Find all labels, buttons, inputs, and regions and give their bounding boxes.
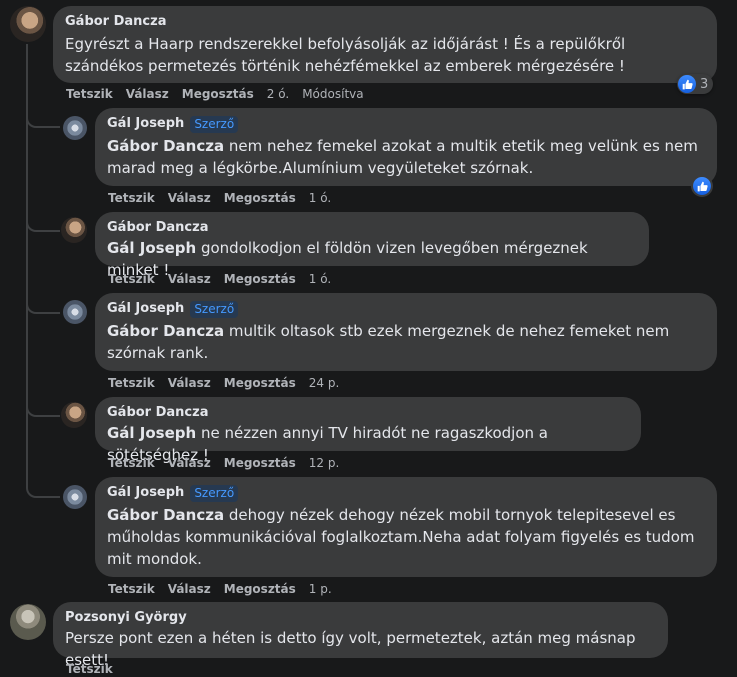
like-link[interactable]: Tetszik (108, 272, 155, 286)
timestamp[interactable]: 24 p. (309, 376, 340, 390)
avatar[interactable] (10, 6, 46, 42)
timestamp[interactable]: 2 ó. (267, 87, 289, 101)
reply-link[interactable]: Válasz (168, 191, 211, 205)
avatar[interactable] (63, 300, 87, 324)
avatar[interactable] (63, 485, 87, 509)
like-icon (678, 75, 696, 93)
comment-text: Egyrészt a Haarp rendszerekkel befolyáso… (65, 35, 626, 75)
comment-actions: Tetszik Válasz Megosztás 1 ó. (108, 190, 331, 206)
timestamp[interactable]: 1 ó. (309, 272, 331, 286)
thread-branch (26, 474, 60, 498)
comment-actions: Tetszik Válasz Megosztás 1 ó. (108, 271, 331, 287)
comment-author[interactable]: Gál Joseph (107, 484, 184, 502)
like-link[interactable]: Tetszik (108, 582, 155, 596)
comment-author-row: Gál Joseph Szerző (107, 115, 705, 133)
comment-text: Gábor Dancza dehogy nézek dehogy nézek m… (107, 506, 695, 568)
share-link[interactable]: Megosztás (224, 582, 296, 596)
share-link[interactable]: Megosztás (224, 272, 296, 286)
avatar[interactable] (10, 604, 46, 640)
like-link[interactable]: Tetszik (66, 662, 113, 676)
author-badge: Szerző (190, 484, 239, 502)
comment-text: Gábor Dancza nem nehez femekel azokat a … (107, 137, 698, 177)
thread-branch (26, 290, 60, 314)
like-link[interactable]: Tetszik (66, 87, 113, 101)
comment-actions: Tetszik (66, 661, 113, 677)
thread-branch (26, 393, 60, 417)
thread-branch (26, 208, 60, 232)
comment-bubble: Gál Joseph Szerző Gábor Dancza dehogy né… (95, 477, 717, 577)
thread-branch (26, 104, 60, 128)
comment-author[interactable]: Gál Joseph (107, 115, 184, 133)
comment-bubble: Gál Joseph Szerző Gábor Dancza multik ol… (95, 293, 717, 371)
like-link[interactable]: Tetszik (108, 456, 155, 470)
reply-link[interactable]: Válasz (168, 272, 211, 286)
avatar[interactable] (61, 217, 87, 243)
comment-text: Persze pont ezen a héten is detto így vo… (65, 629, 636, 669)
reply-link[interactable]: Válasz (168, 376, 211, 390)
comment-text: Gábor Dancza multik oltasok stb ezek mer… (107, 322, 670, 362)
comment-bubble: Gábor Dancza Egyrészt a Haarp rendszerek… (53, 6, 717, 83)
avatar[interactable] (61, 402, 87, 428)
avatar[interactable] (63, 116, 87, 140)
comment-actions: Tetszik Válasz Megosztás 1 p. (108, 581, 332, 597)
like-link[interactable]: Tetszik (108, 376, 155, 390)
comment-actions: Tetszik Válasz Megosztás 24 p. (108, 375, 339, 391)
comment-bubble: Gál Joseph Szerző Gábor Dancza nem nehez… (95, 108, 717, 186)
comment-bubble: Gábor Dancza Gál Joseph gondolkodjon el … (95, 212, 649, 279)
author-badge: Szerző (190, 300, 239, 318)
reply-link[interactable]: Válasz (126, 87, 169, 101)
mention-link[interactable]: Gábor Dancza (107, 322, 224, 340)
comment-actions: Tetszik Válasz Megosztás 2 ó. Módosítva (66, 86, 364, 102)
share-link[interactable]: Megosztás (224, 191, 296, 205)
share-link[interactable]: Megosztás (224, 376, 296, 390)
edited-label[interactable]: Módosítva (302, 87, 363, 101)
comment-author-row: Gál Joseph Szerző (107, 300, 705, 318)
like-icon[interactable] (693, 177, 711, 195)
timestamp[interactable]: 12 p. (309, 456, 340, 470)
comment-actions: Tetszik Válasz Megosztás 12 p. (108, 455, 339, 471)
share-link[interactable]: Megosztás (224, 456, 296, 470)
mention-link[interactable]: Gábor Dancza (107, 137, 224, 155)
reaction-summary[interactable]: 3 (677, 74, 714, 94)
reply-link[interactable]: Válasz (168, 582, 211, 596)
reaction-count: 3 (700, 76, 709, 92)
comment-author[interactable]: Gábor Dancza (107, 404, 629, 422)
timestamp[interactable]: 1 p. (309, 582, 332, 596)
comment-author-row: Gál Joseph Szerző (107, 484, 705, 502)
comment-author[interactable]: Gábor Dancza (107, 219, 637, 237)
mention-link[interactable]: Gál Joseph (107, 239, 196, 257)
comment-author[interactable]: Gábor Dancza (65, 13, 705, 31)
mention-link[interactable]: Gábor Dancza (107, 506, 224, 524)
like-link[interactable]: Tetszik (108, 191, 155, 205)
timestamp[interactable]: 1 ó. (309, 191, 331, 205)
reply-link[interactable]: Válasz (168, 456, 211, 470)
comment-author[interactable]: Pozsonyi György (65, 609, 656, 627)
author-badge: Szerző (190, 115, 239, 133)
comment-author[interactable]: Gál Joseph (107, 300, 184, 318)
share-link[interactable]: Megosztás (182, 87, 254, 101)
comment-bubble: Pozsonyi György Persze pont ezen a héten… (53, 602, 668, 669)
comment-bubble: Gábor Dancza Gál Joseph ne nézzen annyi … (95, 397, 641, 464)
mention-link[interactable]: Gál Joseph (107, 424, 196, 442)
